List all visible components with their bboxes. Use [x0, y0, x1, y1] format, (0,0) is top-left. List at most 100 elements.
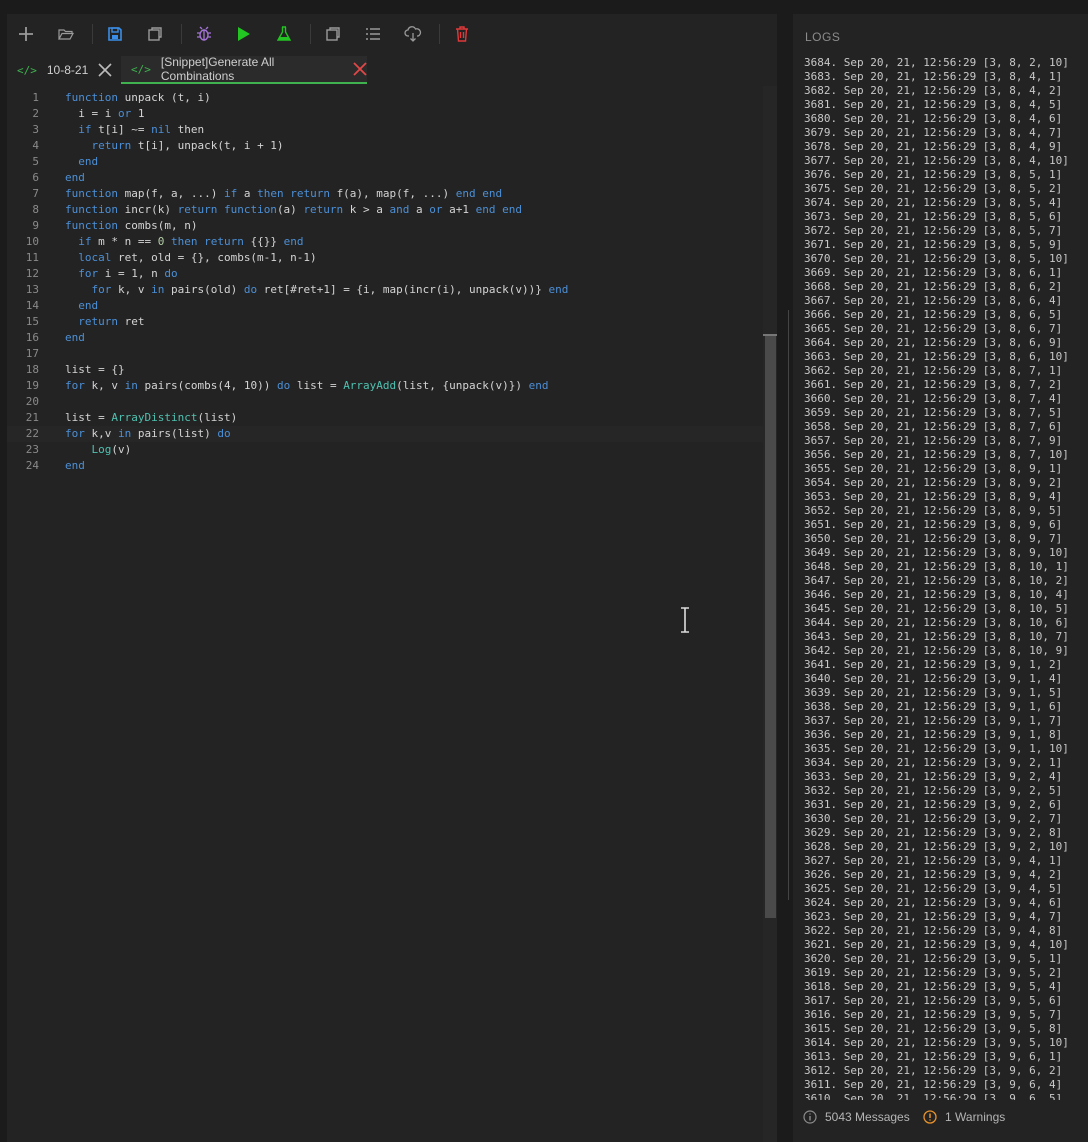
close-icon[interactable]	[353, 62, 367, 76]
code-token: pairs(old)	[170, 283, 244, 296]
line-number: 20	[25, 395, 39, 408]
open-button[interactable]	[54, 22, 78, 46]
list-button[interactable]	[361, 22, 385, 46]
code-line[interactable]: 24 end	[7, 458, 763, 474]
tab-10-8-21[interactable]: </> 10-8-21	[17, 56, 120, 84]
code-token: function	[65, 91, 125, 104]
cloud-download-button[interactable]	[401, 22, 425, 46]
code-line[interactable]: 14 end	[7, 298, 763, 314]
code-line[interactable]: 11 local ret, old = {}, combs(m-1, n-1)	[7, 250, 763, 266]
line-number: 8	[32, 203, 39, 216]
code-token: m * n ==	[98, 235, 158, 248]
code-line[interactable]: 1 function unpack (t, i)	[7, 90, 763, 106]
log-entry: 3664. Sep 20, 21, 12:56:29 [3, 8, 6, 9]	[804, 336, 1063, 349]
code-token: if	[65, 123, 99, 136]
text-cursor-icon	[681, 607, 689, 633]
log-entry: 3637. Sep 20, 21, 12:56:29 [3, 9, 1, 7]	[804, 714, 1063, 727]
code-text: if t[i] ~= nil then	[65, 122, 204, 138]
code-line[interactable]: 3 if t[i] ~= nil then	[7, 122, 763, 138]
log-entry: 3679. Sep 20, 21, 12:56:29 [3, 8, 4, 7]	[804, 126, 1063, 139]
code-line[interactable]: 20	[7, 394, 763, 410]
code-line[interactable]: 6 end	[7, 170, 763, 186]
code-line[interactable]: 17	[7, 346, 763, 362]
code-token: for	[65, 267, 105, 280]
code-token: function	[223, 203, 277, 216]
code-token: do	[243, 283, 264, 296]
warnings-count[interactable]: 1 Warnings	[923, 1110, 1005, 1124]
code-token: list = {}	[65, 363, 125, 376]
copy-icon	[326, 27, 340, 41]
code-token: function	[65, 219, 125, 232]
close-icon[interactable]	[98, 63, 112, 77]
code-line[interactable]: 21 list = ArrayDistinct(list)	[7, 410, 763, 426]
debug-button[interactable]	[192, 22, 216, 46]
save-button[interactable]	[103, 22, 127, 46]
code-text: local ret, old = {}, combs(m-1, n-1)	[65, 250, 317, 266]
editor-scrollbar-thumb[interactable]	[765, 334, 776, 918]
code-line[interactable]: 5 end	[7, 154, 763, 170]
log-entry: 3670. Sep 20, 21, 12:56:29 [3, 8, 5, 10]	[804, 252, 1069, 265]
code-line[interactable]: 19 for k, v in pairs(combs(4, 10)) do lis…	[7, 378, 763, 394]
line-number: 4	[32, 139, 39, 152]
code-token: pairs(list)	[137, 427, 218, 440]
code-token: a+1	[449, 203, 476, 216]
log-entry: 3639. Sep 20, 21, 12:56:29 [3, 9, 1, 5]	[804, 686, 1063, 699]
log-entry: 3641. Sep 20, 21, 12:56:29 [3, 9, 1, 2]	[804, 658, 1063, 671]
code-token: incr(k)	[124, 203, 178, 216]
code-token: list =	[296, 379, 344, 392]
code-text: return t[i], unpack(t, i + 1)	[65, 138, 283, 154]
tab-snippet-generate-all-combinations[interactable]: </> [Snippet]Generate All Combinations	[121, 55, 367, 84]
code-text: for k, v in pairs(old) do ret[#ret+1] = …	[65, 282, 568, 298]
new-button[interactable]	[14, 22, 38, 46]
code-icon: </>	[131, 62, 151, 76]
log-entry: 3649. Sep 20, 21, 12:56:29 [3, 8, 9, 10]	[804, 546, 1069, 559]
info-icon	[803, 1110, 817, 1124]
code-token: then	[164, 235, 205, 248]
code-line[interactable]: 10 if m * n == 0 then return {{}} end	[7, 234, 763, 250]
code-line[interactable]: 8 function incr(k) return function(a) ret…	[7, 202, 763, 218]
line-number: 21	[25, 411, 39, 424]
code-line[interactable]: 18 list = {}	[7, 362, 763, 378]
run-button[interactable]	[232, 22, 256, 46]
code-line[interactable]: 22 for k,v in pairs(list) do	[7, 426, 763, 442]
delete-button[interactable]	[450, 22, 474, 46]
code-editor[interactable]: 1 function unpack (t, i) 2 i = i or 13 if …	[7, 86, 763, 1142]
log-entry: 3612. Sep 20, 21, 12:56:29 [3, 9, 6, 2]	[804, 1064, 1063, 1077]
cloud-download-icon	[404, 26, 422, 42]
log-entry: 3614. Sep 20, 21, 12:56:29 [3, 9, 5, 10]	[804, 1036, 1069, 1049]
log-entry: 3653. Sep 20, 21, 12:56:29 [3, 8, 9, 4]	[804, 490, 1063, 503]
code-text: end	[65, 298, 98, 314]
code-line[interactable]: 16 end	[7, 330, 763, 346]
messages-label: 5043 Messages	[825, 1110, 910, 1124]
log-list[interactable]: 3684. Sep 20, 21, 12:56:29 [3, 8, 2, 10]…	[793, 56, 1088, 1100]
code-token: if	[223, 187, 244, 200]
code-line[interactable]: 4 return t[i], unpack(t, i + 1)	[7, 138, 763, 154]
code-line[interactable]: 2 i = i or 1	[7, 106, 763, 122]
line-number: 14	[25, 299, 39, 312]
messages-count[interactable]: 5043 Messages	[803, 1110, 910, 1124]
log-entry: 3660. Sep 20, 21, 12:56:29 [3, 8, 7, 4]	[804, 392, 1063, 405]
copy-all-button[interactable]	[321, 22, 345, 46]
duplicate-button[interactable]	[143, 22, 167, 46]
line-number: 18	[25, 363, 39, 376]
code-line[interactable]: 7 function map(f, a, ...) if a then retur…	[7, 186, 763, 202]
code-token: ret	[124, 315, 145, 328]
log-entry: 3647. Sep 20, 21, 12:56:29 [3, 8, 10, 2]	[804, 574, 1069, 587]
test-button[interactable]	[272, 22, 296, 46]
code-line[interactable]: 23 Log(v)	[7, 442, 763, 458]
code-token: map(f, a, ...)	[124, 187, 224, 200]
log-entry: 3631. Sep 20, 21, 12:56:29 [3, 9, 2, 6]	[804, 798, 1063, 811]
code-text: return ret	[65, 314, 144, 330]
code-line[interactable]: 15 return ret	[7, 314, 763, 330]
code-line[interactable]: 12 for i = 1, n do	[7, 266, 763, 282]
code-token: ret, old = {}, combs(m-1, n-1)	[117, 251, 317, 264]
log-entry: 3651. Sep 20, 21, 12:56:29 [3, 8, 9, 6]	[804, 518, 1063, 531]
code-token: (v)	[111, 443, 132, 456]
code-token: nil	[151, 123, 178, 136]
code-token: function	[65, 187, 125, 200]
log-entry: 3645. Sep 20, 21, 12:56:29 [3, 8, 10, 5]	[804, 602, 1069, 615]
code-line[interactable]: 13 for k, v in pairs(old) do ret[#ret+1]…	[7, 282, 763, 298]
code-line[interactable]: 9 function combs(m, n)	[7, 218, 763, 234]
log-entry: 3613. Sep 20, 21, 12:56:29 [3, 9, 6, 1]	[804, 1050, 1063, 1063]
save-icon	[108, 27, 122, 41]
